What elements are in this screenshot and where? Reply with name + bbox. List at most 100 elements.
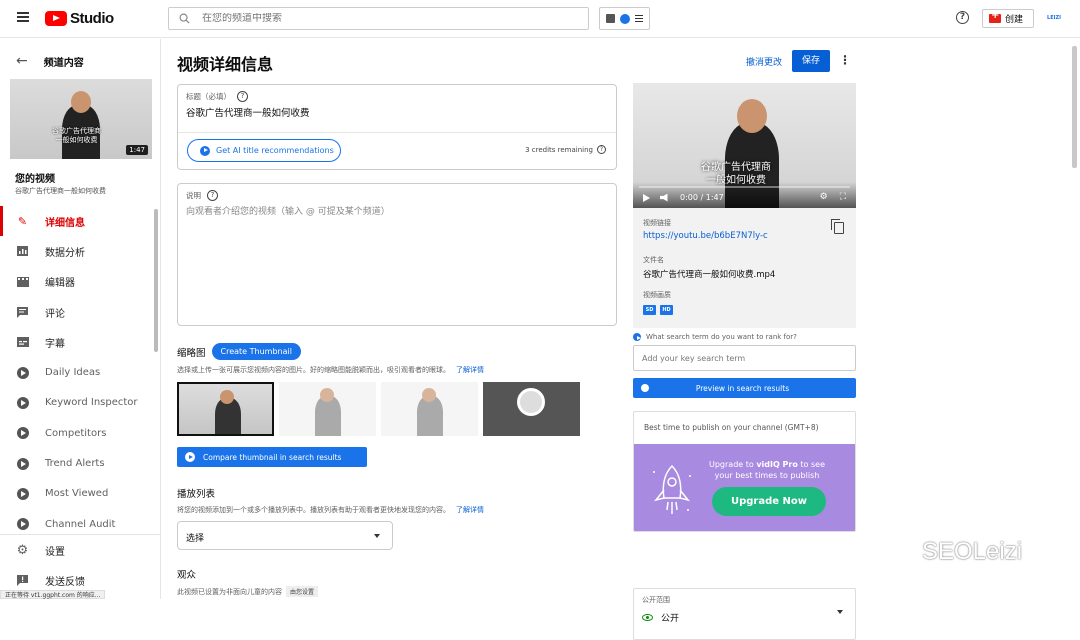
thumbnail-option[interactable] xyxy=(483,382,580,436)
wechat-icon xyxy=(890,542,916,562)
thumbnail-option[interactable] xyxy=(381,382,478,436)
video-link[interactable]: https://youtu.be/b6bE7N7ly-c xyxy=(643,231,768,241)
watermark-text: SEOLeizi xyxy=(922,538,1023,565)
sidebar-item-label: 发送反馈 xyxy=(45,576,85,588)
vidiq-icon xyxy=(16,366,29,379)
title-label-text: 标题（必填） xyxy=(186,92,231,101)
vidiq-icon xyxy=(16,396,29,409)
chevron-down-icon xyxy=(837,610,843,614)
volume-icon[interactable] xyxy=(660,193,668,202)
help-icon[interactable]: ? xyxy=(237,91,248,102)
thumbnail-description: 选择或上传一张可展示您视频内容的图片。好的缩略图能脱颖而出，吸引观看者的眼球。了… xyxy=(177,365,484,375)
audience-status-text: 此视频已设置为非面向儿童的内容 xyxy=(177,588,282,596)
player-controls-right: ⚙ ⛶ xyxy=(820,192,846,202)
title-input[interactable]: 谷歌广告代理商一般如何收费 xyxy=(186,105,310,119)
vidiq-toolbar[interactable] xyxy=(599,7,650,30)
thumbnail-option[interactable] xyxy=(177,382,274,436)
visibility-select[interactable]: 公开范围 公开 xyxy=(633,588,856,640)
main-content: 视频详细信息 撤消更改 保存 ⋮ 标题（必填） ? 谷歌广告代理商一般如何收费 … xyxy=(161,39,1070,640)
quality-badge-sd: SD xyxy=(643,305,656,315)
person-face xyxy=(737,99,767,133)
menu-icon[interactable] xyxy=(17,12,29,22)
person-face xyxy=(71,91,91,113)
audience-badge: 由您设置 xyxy=(286,586,319,597)
progress-bar[interactable] xyxy=(639,186,850,188)
vidiq-icon xyxy=(16,518,29,531)
sidebar-item-settings[interactable]: ⚙ 设置 xyxy=(0,535,161,565)
audience-heading: 观众 xyxy=(177,570,197,581)
ai-title-button[interactable]: Get AI title recommendations xyxy=(187,139,341,162)
back-label: 频道内容 xyxy=(43,57,84,69)
description-label: 说明 ? xyxy=(186,190,218,201)
upgrade-text-1: Upgrade to xyxy=(708,460,757,469)
sidebar-item-label: Most Viewed xyxy=(45,488,109,500)
sidebar-item-comments[interactable]: 评论 xyxy=(0,297,161,327)
search-box[interactable] xyxy=(168,7,589,30)
create-button[interactable]: 创建 xyxy=(982,9,1034,28)
avatar[interactable]: LEIZI xyxy=(1044,12,1064,24)
thumb-duration: 1:47 xyxy=(126,145,148,155)
sidebar-item-editor[interactable]: 编辑器 xyxy=(0,267,161,297)
vidiq-icon[interactable] xyxy=(619,13,630,24)
best-time-panel: Best time to publish on your channel (GM… xyxy=(633,411,856,532)
upgrade-now-button[interactable]: Upgrade Now xyxy=(712,487,826,516)
help-icon[interactable]: ? xyxy=(207,190,218,201)
learn-more-link[interactable]: 了解详情 xyxy=(456,506,484,514)
quality-badge-hd: HD xyxy=(660,305,673,315)
save-button[interactable]: 保存 xyxy=(792,50,830,72)
key-search-term-input[interactable]: Add your key search term xyxy=(633,345,856,371)
play-icon[interactable] xyxy=(643,193,650,202)
back-arrow-icon[interactable]: ← xyxy=(16,53,28,69)
sidebar-item-details[interactable]: ✎ 详细信息 xyxy=(0,206,161,237)
studio-logo[interactable]: Studio xyxy=(45,10,114,27)
sidebar-item-analytics[interactable]: 数据分析 xyxy=(0,236,161,266)
undo-changes-button[interactable]: 撤消更改 xyxy=(746,55,782,68)
sidebar-item-label: 编辑器 xyxy=(45,278,75,290)
fullscreen-icon[interactable]: ⛶ xyxy=(840,192,846,202)
settings-icon[interactable]: ⚙ xyxy=(820,192,828,202)
sidebar-video-title: 谷歌广告代理商一般如何收费 xyxy=(15,187,106,195)
video-player[interactable]: 谷歌广告代理商 一般如何收费 0:00 / 1:47 ⚙ ⛶ xyxy=(633,83,856,208)
sidebar-item-trend-alerts[interactable]: Trend Alerts xyxy=(0,448,161,478)
sidebar-scrollbar[interactable] xyxy=(154,209,158,352)
sidebar-item-label: 评论 xyxy=(45,308,65,320)
upgrade-text: Upgrade to vidIQ Pro to see your best ti… xyxy=(702,459,832,481)
playlist-select[interactable]: 选择 xyxy=(177,521,393,550)
menu-icon[interactable] xyxy=(635,15,644,22)
vidiq-icon xyxy=(633,333,641,341)
create-thumbnail-button[interactable]: Create Thumbnail xyxy=(211,343,301,360)
back-to-content[interactable]: ← 频道内容 xyxy=(16,53,84,69)
file-name-label: 文件名 xyxy=(643,256,664,264)
stats-icon[interactable] xyxy=(605,14,615,23)
sidebar-item-daily-ideas[interactable]: Daily Ideas xyxy=(0,357,161,387)
title-label: 标题（必填） ? xyxy=(186,91,248,102)
sidebar-item-label: Daily Ideas xyxy=(45,367,101,379)
more-options-icon[interactable]: ⋮ xyxy=(839,53,851,67)
rank-question-text: What search term do you want to rank for… xyxy=(646,333,797,341)
video-thumbnail[interactable]: 谷歌广告代理商 一般如何收费 1:47 xyxy=(10,79,152,159)
video-info-panel: 视频链接 https://youtu.be/b6bE7N7ly-c 文件名 谷歌… xyxy=(633,208,856,328)
vidiq-icon xyxy=(16,396,29,409)
search-input[interactable] xyxy=(202,13,562,24)
help-icon[interactable]: ? xyxy=(597,145,606,154)
browser-status-bar: 正在等待 vt1.ggpht.com 的响应... xyxy=(0,590,106,599)
preview-search-results-button[interactable]: Preview in search results xyxy=(633,378,856,398)
page-scrollbar[interactable] xyxy=(1072,46,1077,168)
sidebar-item-competitors[interactable]: Competitors xyxy=(0,418,161,448)
help-icon[interactable]: ? xyxy=(956,11,969,24)
sidebar-item-most-viewed[interactable]: Most Viewed xyxy=(0,479,161,509)
thumbnail-option[interactable] xyxy=(279,382,376,436)
compare-thumbnail-label: Compare thumbnail in search results xyxy=(203,452,342,462)
vidiq-icon xyxy=(16,518,29,531)
page-title: 视频详细信息 xyxy=(177,55,274,74)
compare-thumbnail-button[interactable]: Compare thumbnail in search results xyxy=(177,447,367,467)
description-field[interactable]: 说明 ? 向观看者介绍您的视频（输入 @ 可提及某个频道） xyxy=(177,183,617,326)
copy-icon[interactable] xyxy=(831,219,844,234)
best-time-title: Best time to publish on your channel (GM… xyxy=(644,423,819,432)
sidebar-item-label: 详细信息 xyxy=(45,217,85,229)
sidebar-item-subtitles[interactable]: 字幕 xyxy=(0,327,161,357)
sidebar-item-keyword-inspector[interactable]: Keyword Inspector xyxy=(0,388,161,418)
description-input[interactable]: 向观看者介绍您的视频（输入 @ 可提及某个频道） xyxy=(186,204,390,217)
title-field[interactable]: 标题（必填） ? 谷歌广告代理商一般如何收费 Get AI title reco… xyxy=(177,84,617,170)
learn-more-link[interactable]: 了解详情 xyxy=(456,366,484,374)
